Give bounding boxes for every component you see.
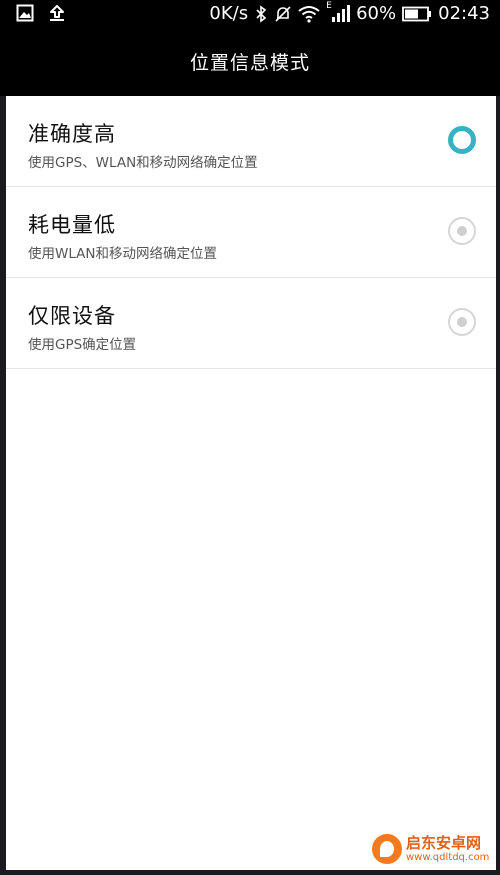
option-title: 耗电量低 [28, 213, 116, 237]
battery-icon [402, 6, 432, 22]
screen-frame-right [496, 96, 500, 875]
status-bar: 0K/s E 60% 02:43 [0, 0, 500, 30]
option-description: 使用WLAN和移动网络确定位置 [28, 246, 218, 262]
bluetooth-icon [254, 4, 268, 23]
cell-signal-icon: E [326, 0, 351, 24]
option-title: 仅限设备 [28, 304, 116, 328]
option-device-only[interactable]: 仅限设备 使用GPS确定位置 [6, 278, 496, 369]
upload-icon [48, 4, 66, 26]
clock: 02:43 [438, 3, 490, 24]
radio-button[interactable] [448, 308, 476, 336]
status-right-icons: 0K/s E 60% 02:43 [209, 0, 490, 25]
page-title: 位置信息模式 [189, 52, 310, 74]
image-icon [16, 4, 34, 26]
watermark-logo-icon [372, 834, 402, 864]
watermark: 启东安卓网 www.qdltdq.com [372, 834, 489, 864]
option-high-accuracy[interactable]: 准确度高 使用GPS、WLAN和移动网络确定位置 [6, 96, 496, 187]
signal-type-label: E [326, 0, 332, 11]
option-battery-saving[interactable]: 耗电量低 使用WLAN和移动网络确定位置 [6, 187, 496, 278]
network-speed: 0K/s [209, 3, 249, 24]
page-title-bar: 位置信息模式 [0, 30, 500, 96]
radio-button[interactable] [448, 217, 476, 245]
option-description: 使用GPS确定位置 [28, 337, 137, 353]
option-description: 使用GPS、WLAN和移动网络确定位置 [28, 155, 258, 171]
screen-frame-bottom [0, 870, 500, 875]
option-title: 准确度高 [28, 122, 116, 146]
watermark-name: 启东安卓网 [406, 833, 482, 852]
wifi-icon [298, 5, 320, 23]
location-mode-list: 准确度高 使用GPS、WLAN和移动网络确定位置 耗电量低 使用WLAN和移动网… [6, 96, 496, 870]
status-left-icons [16, 4, 66, 26]
watermark-url: www.qdltdq.com [406, 851, 490, 863]
mute-icon [274, 5, 292, 23]
radio-button-selected[interactable] [448, 126, 476, 154]
battery-percent: 60% [356, 3, 397, 24]
